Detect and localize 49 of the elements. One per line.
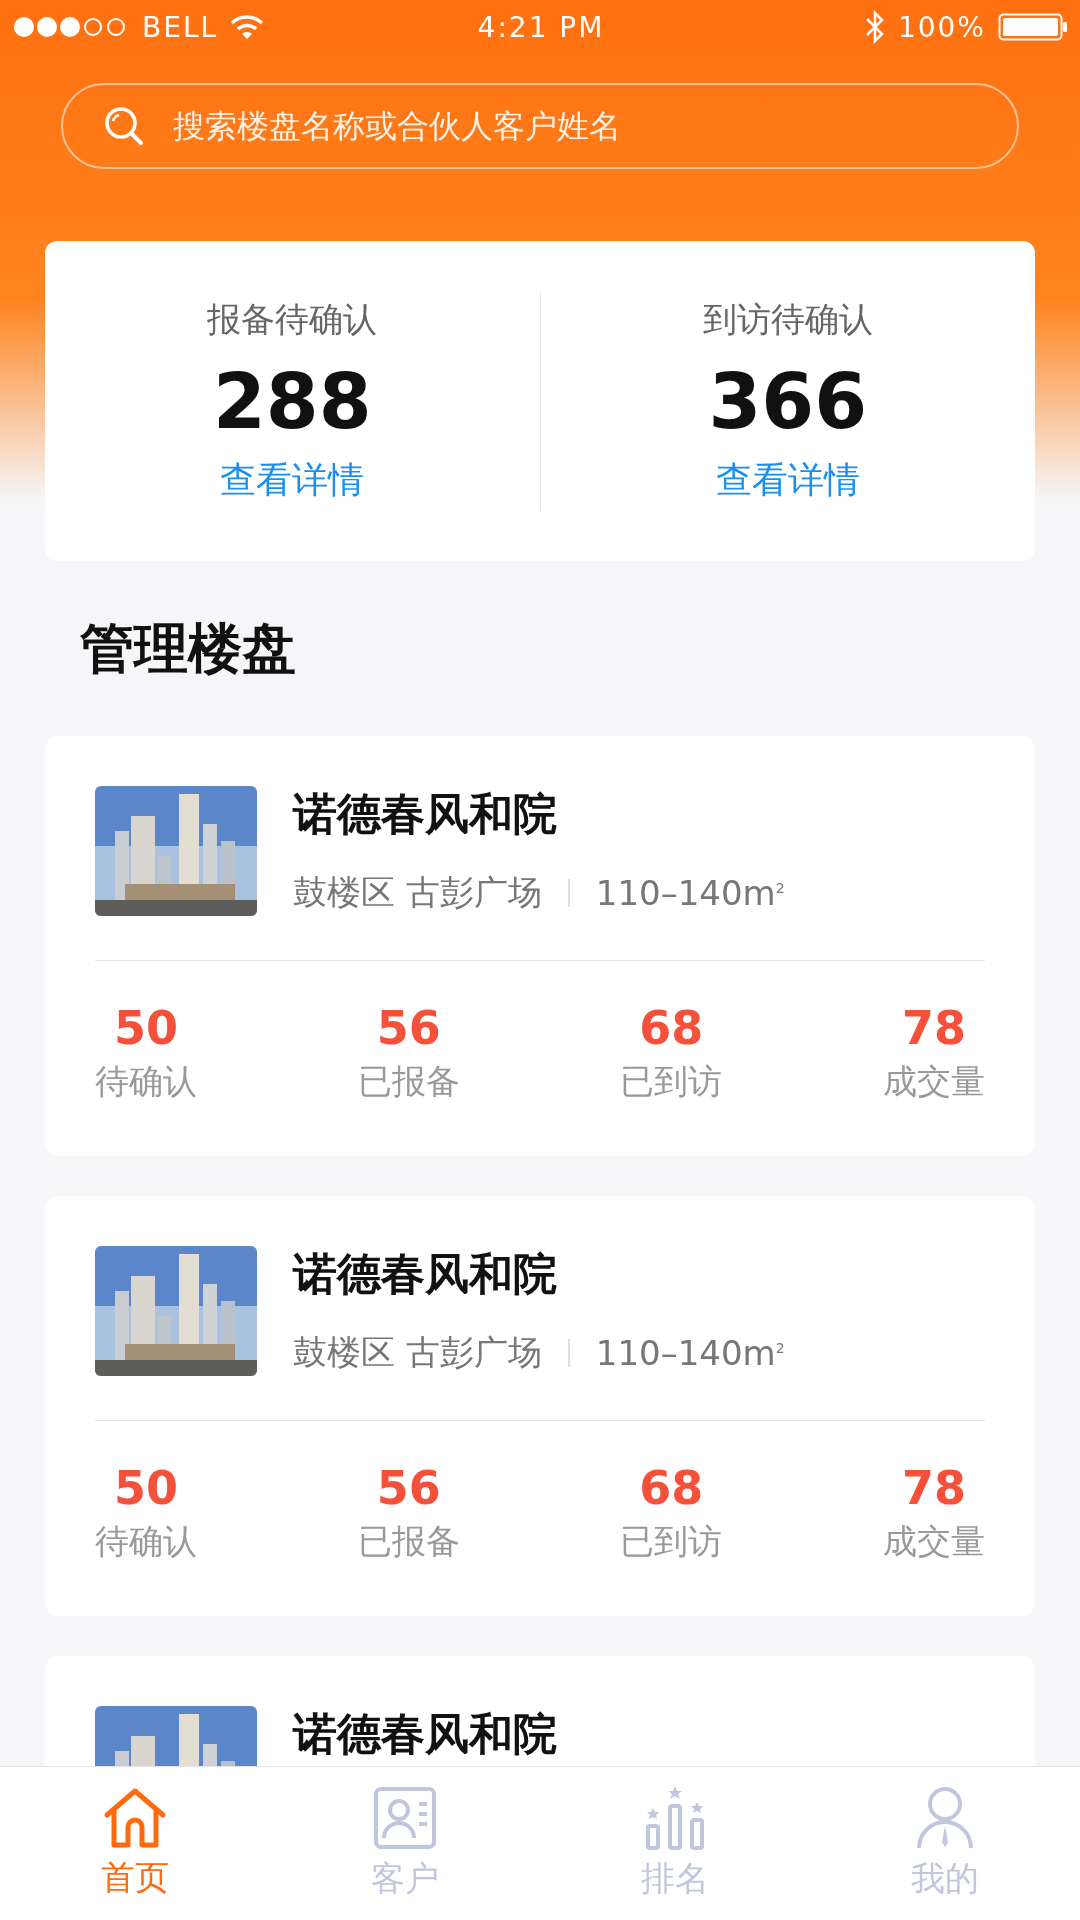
carrier-name: BELL bbox=[142, 10, 219, 44]
property-card[interactable]: 诺德春风和院 bbox=[45, 1656, 1035, 1767]
property-name: 诺德春风和院 bbox=[293, 787, 558, 841]
stat-label: 已报备 bbox=[357, 1060, 460, 1103]
tab-item[interactable]: 排名 bbox=[540, 1767, 810, 1920]
stat-value: 50 bbox=[114, 1001, 178, 1055]
property-location: 鼓楼区 古彭广场 bbox=[293, 871, 542, 914]
stat-value: 78 bbox=[901, 1461, 966, 1515]
stat-label: 已到访 bbox=[620, 1520, 723, 1563]
stat-value: 68 bbox=[639, 1001, 704, 1055]
property-name: 诺德春风和院 bbox=[293, 1707, 557, 1761]
view-details-link[interactable]: 查看详情 bbox=[220, 456, 365, 505]
wifi-icon bbox=[230, 14, 265, 40]
bluetooth-icon bbox=[863, 10, 886, 44]
property-size: 110–140m$^{2}$ bbox=[595, 873, 785, 913]
stat-label: 待确认 bbox=[95, 1520, 197, 1563]
house-icon bbox=[102, 1786, 168, 1849]
property-name: 诺德春风和院 bbox=[293, 1247, 558, 1301]
search-icon bbox=[103, 105, 145, 147]
ranking-icon bbox=[644, 1785, 706, 1850]
stat-value: 50 bbox=[114, 1461, 178, 1515]
property-size: 110–140m$^{2}$ bbox=[595, 1333, 785, 1373]
section-title: 管理楼盘 bbox=[80, 616, 297, 682]
summary-label: 到访待确认 bbox=[702, 298, 873, 341]
stat-label: 已到访 bbox=[620, 1060, 723, 1103]
stat-value: 78 bbox=[901, 1001, 966, 1055]
battery-percent: 100% bbox=[897, 10, 986, 44]
tab-item[interactable]: 首页 bbox=[0, 1767, 270, 1920]
stat-value: 68 bbox=[639, 1461, 704, 1515]
search-field[interactable]: 搜索楼盘名称或合伙人客户姓名 bbox=[61, 83, 1019, 169]
stat-value: 56 bbox=[376, 1461, 441, 1515]
summary-label: 报备待确认 bbox=[207, 298, 378, 341]
stat-label: 成交量 bbox=[882, 1060, 985, 1103]
summary-count: 366 bbox=[708, 357, 868, 446]
contact-card-icon bbox=[373, 1785, 437, 1850]
stat-label: 待确认 bbox=[95, 1060, 197, 1103]
tab-item[interactable]: 客户 bbox=[270, 1767, 540, 1920]
tab-item[interactable]: 我的 bbox=[810, 1767, 1080, 1920]
stat-value: 56 bbox=[376, 1001, 441, 1055]
property-location: 鼓楼区 古彭广场 bbox=[293, 1331, 542, 1374]
battery-icon bbox=[998, 13, 1068, 41]
property-card[interactable]: 诺德春风和院 鼓楼区 古彭广场 110–140m$^{2}$ 50 待确认 56 已报备 68 已到访 78 成交量 bbox=[45, 1196, 1035, 1616]
view-details-link[interactable]: 查看详情 bbox=[715, 456, 860, 505]
status-time: 4:21 PM bbox=[477, 10, 605, 44]
summary-count: 288 bbox=[212, 357, 372, 446]
property-card[interactable]: 诺德春风和院 鼓楼区 古彭广场 110–140m$^{2}$ 50 待确认 56 已报备 68 已到访 78 成交量 bbox=[45, 736, 1035, 1156]
stat-label: 已报备 bbox=[357, 1520, 460, 1563]
person-icon bbox=[916, 1785, 974, 1850]
stat-label: 成交量 bbox=[882, 1520, 985, 1563]
